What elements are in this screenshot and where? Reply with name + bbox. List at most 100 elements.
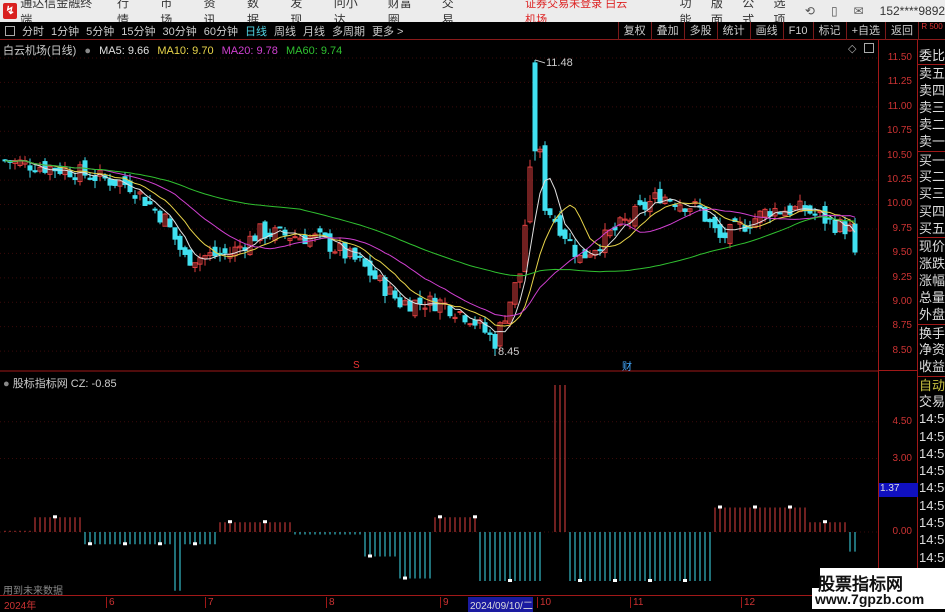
candle-down xyxy=(487,332,493,335)
quote-field[interactable]: 卖一 xyxy=(918,133,945,150)
user-account[interactable]: 152****9892 xyxy=(880,4,945,18)
trade-time[interactable]: 14:56 xyxy=(918,514,945,531)
trade-time[interactable]: 14:56 xyxy=(918,531,945,548)
cz-dot xyxy=(88,542,92,546)
quote-panel: 委比 卖五 卖四 卖三 卖二 卖一 买一 买二 买三 买四 买五 现价 涨跌 涨幅 总量 外盘 换手 净资 收益 自动… xyxy=(918,40,945,595)
ma20-label: MA20: 9.78 xyxy=(221,45,278,57)
marker-finance[interactable]: 财 xyxy=(622,358,632,373)
ma60-line xyxy=(4,160,856,277)
auto-label[interactable]: 自动 xyxy=(918,375,945,393)
candle-down xyxy=(132,195,138,199)
cz-dot xyxy=(648,579,652,582)
candle-down xyxy=(157,210,163,223)
candle-down xyxy=(362,258,368,267)
candle-down xyxy=(182,247,188,255)
candle-down xyxy=(572,244,578,258)
trade-label[interactable]: 交易 xyxy=(918,393,945,410)
main-chart-info: 白云机场(日线) ● MA5: 9.66 MA10: 9.70 MA20: 9.… xyxy=(3,42,347,58)
price-axis-label: 8.50 xyxy=(892,344,912,356)
quote-field[interactable]: 涨幅 xyxy=(918,272,945,289)
quote-field[interactable]: 卖四 xyxy=(918,82,945,99)
price-axis-label: 10.00 xyxy=(886,198,912,210)
cz-dot xyxy=(788,505,792,509)
quote-field[interactable]: 买五 xyxy=(918,220,945,237)
price-axis-label: 10.75 xyxy=(886,125,912,137)
cz-dot xyxy=(508,579,512,582)
candle-down xyxy=(642,201,648,210)
indicator-axis-label: 0.00 xyxy=(892,526,912,537)
date-label: 2024年 xyxy=(4,601,37,612)
indicator-axis-label: 3.00 xyxy=(892,453,912,464)
date-label: 7 xyxy=(205,597,214,608)
ma60-label: MA60: 9.74 xyxy=(285,45,343,57)
candle-down xyxy=(432,297,438,312)
quote-field[interactable]: 涨跌 xyxy=(918,255,945,272)
candle-down xyxy=(342,242,348,259)
indicator-title: ● 股标指标网 CZ: -0.85 xyxy=(3,378,117,390)
cz-dot xyxy=(718,505,722,509)
candle-down xyxy=(657,188,663,204)
collapse-icon[interactable]: ● xyxy=(84,45,91,57)
marker-s[interactable]: S xyxy=(353,360,360,371)
cz-dot xyxy=(403,576,407,580)
quote-field[interactable]: 卖五 xyxy=(918,64,945,81)
panel-toggle-icon[interactable] xyxy=(864,43,874,53)
candle-down xyxy=(327,233,333,252)
chart-canvas[interactable] xyxy=(0,0,878,595)
price-axis-label: 11.25 xyxy=(887,76,912,88)
price-axis: 11.50 11.25 11.00 10.75 10.50 10.25 10.00 9.75 9… xyxy=(878,40,918,595)
quote-field[interactable]: 现价 xyxy=(918,237,945,254)
quote-field[interactable]: 卖三 xyxy=(918,99,945,116)
cz-dot xyxy=(473,515,477,519)
quote-field[interactable]: 总量 xyxy=(918,289,945,306)
candle-down xyxy=(562,229,568,239)
trade-time[interactable]: 14:56 xyxy=(918,410,945,427)
cz-dot xyxy=(438,515,442,519)
trade-time[interactable]: 14:56 xyxy=(918,428,945,445)
quote-field[interactable]: 卖二 xyxy=(918,116,945,133)
candle-down xyxy=(42,161,48,173)
high-price-label: 11.48 xyxy=(546,57,573,69)
price-axis-label: 8.75 xyxy=(892,320,912,332)
quote-field[interactable]: 买一 xyxy=(918,150,945,168)
trade-time[interactable]: 14:56 xyxy=(918,462,945,479)
quote-field[interactable]: 委比 xyxy=(918,47,945,64)
watermark-line2: www.7gpzb.com xyxy=(815,591,925,607)
candle-down xyxy=(317,228,323,233)
candle-down xyxy=(532,62,538,152)
candle-down xyxy=(152,208,158,211)
price-axis-label: 9.00 xyxy=(892,296,912,307)
candle-down xyxy=(462,315,468,323)
back-button[interactable]: 返回 xyxy=(885,21,918,40)
candle-down xyxy=(712,216,718,229)
quote-field[interactable]: 买四 xyxy=(918,203,945,220)
quote-field[interactable]: 外盘 xyxy=(918,306,945,323)
candle-down xyxy=(852,223,858,253)
price-axis-label: 10.50 xyxy=(886,149,912,161)
cz-dot xyxy=(228,520,232,524)
date-label: 6 xyxy=(106,597,115,608)
trade-time[interactable]: 14:56 xyxy=(918,497,945,514)
candle-down xyxy=(252,235,258,242)
quote-field[interactable]: 买二 xyxy=(918,168,945,185)
candle-down xyxy=(812,213,818,216)
price-axis-label: 11.50 xyxy=(887,52,912,63)
candle-down xyxy=(107,178,113,186)
candle-down xyxy=(707,218,713,223)
quote-field[interactable]: 收益 xyxy=(918,358,945,375)
trade-time[interactable]: 14:56 xyxy=(918,549,945,566)
quote-field[interactable]: 换手 xyxy=(918,323,945,341)
candle-down xyxy=(92,175,98,181)
candle-down xyxy=(557,215,563,236)
candle-down xyxy=(397,297,403,308)
candle-up xyxy=(457,311,463,314)
candle-down xyxy=(277,226,283,229)
diamond-icon[interactable]: ◇ xyxy=(848,42,856,55)
cz-dot xyxy=(193,542,197,546)
candle-down xyxy=(357,255,363,258)
trade-time[interactable]: 14:56 xyxy=(918,445,945,462)
price-axis-label: 10.25 xyxy=(886,174,912,185)
quote-field[interactable]: 买三 xyxy=(918,185,945,202)
quote-field[interactable]: 净资 xyxy=(918,341,945,358)
trade-time[interactable]: 14:56 xyxy=(918,479,945,496)
